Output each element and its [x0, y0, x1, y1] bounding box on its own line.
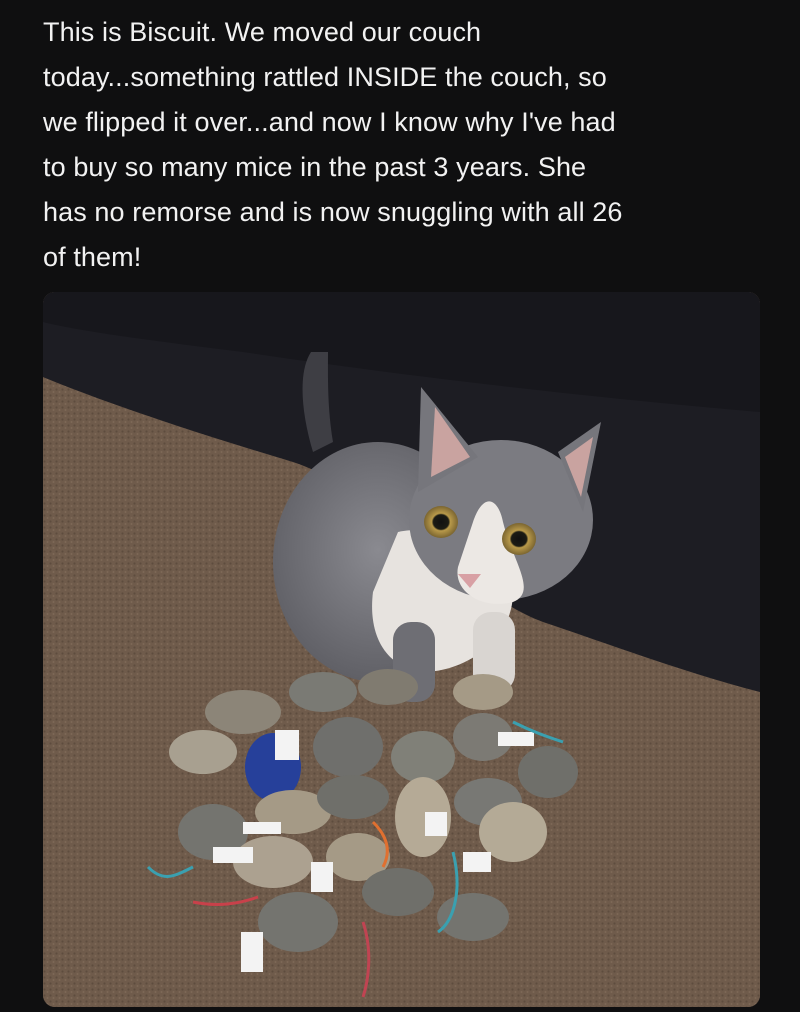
post-photo[interactable] [43, 292, 760, 1007]
cat-eye-right [502, 523, 536, 555]
post-caption: This is Biscuit. We moved our couch toda… [43, 17, 623, 272]
cat-eye-left [424, 506, 458, 538]
social-post: This is Biscuit. We moved our couch toda… [0, 0, 800, 1012]
cat-photo-illustration [43, 292, 760, 1007]
